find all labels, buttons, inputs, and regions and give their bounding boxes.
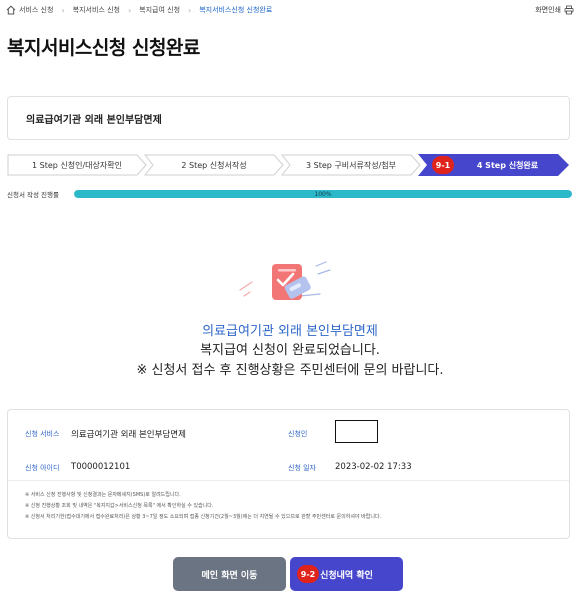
step-1-label: 1 Step 신청인/대상자확인 <box>32 160 122 170</box>
progress-fill: 100% <box>74 190 572 198</box>
application-complete-icon <box>239 261 331 300</box>
main-screen-button[interactable]: 메인 화면 이동 <box>173 557 286 591</box>
progress-text: 100% <box>314 190 332 198</box>
print-icon <box>564 5 574 15</box>
breadcrumb-item-service[interactable]: 서비스 신청 <box>19 5 53 15</box>
annotation-badge-step: 9-1 <box>432 156 454 174</box>
chevron-right-icon: › <box>188 5 192 15</box>
chevron-right-icon: › <box>61 5 65 15</box>
step-1: 1 Step 신청인/대상자확인 <box>7 154 147 176</box>
breadcrumb-item-current: 복지서비스신청 신청완료 <box>199 6 273 14</box>
service-label: 신청 서비스 <box>25 430 60 438</box>
note-deadline: ※ 신청서 처리기한(접수대기에서 접수완료처리)은 상황 3~7일 정도 소요… <box>25 514 382 520</box>
completion-message: 복지급여 신청이 완료되었습니다. <box>200 343 380 358</box>
chevron-right-icon: › <box>127 5 132 15</box>
date-value: 2023-02-02 17:33 <box>335 462 412 472</box>
service-name-box: 의료급여기관 외래 본인부담면제 <box>7 96 570 140</box>
completed-service-name: 의료급여기관 외래 본인부담면제 <box>202 324 378 339</box>
step-3-label: 3 Step 구비서류작성/첨부 <box>306 160 396 170</box>
step-2-label: 2 Step 신청서작성 <box>181 160 247 170</box>
applicant-label: 신청인 <box>288 430 308 438</box>
date-label: 신청 일자 <box>288 464 316 472</box>
id-label: 신청 아이디 <box>25 464 60 472</box>
breadcrumb: 서비스 신청 › 복지서비스 신청 › 복지급여 신청 › 복지서비스신청 신청… <box>6 5 272 15</box>
note-sms: ※ 서비스 신청 진행사항 및 신청결과는 문자메세지(SMS)로 알려드립니다… <box>25 492 181 498</box>
service-value: 의료급여기관 외래 본인부담면제 <box>71 430 186 440</box>
print-label: 화면인쇄 <box>535 6 561 14</box>
print-button[interactable]: 화면인쇄 <box>535 5 574 15</box>
step-3: 3 Step 구비서류작성/첨부 <box>280 154 421 176</box>
applicant-value <box>335 420 378 443</box>
progress-label: 신청서 작성 진행률 <box>7 191 59 199</box>
step-4-label: 4 Step 신청완료 <box>476 160 539 170</box>
service-name: 의료급여기관 외래 본인부담면제 <box>26 115 162 126</box>
application-details: 신청 서비스 의료급여기관 외래 본인부담면제 신청인 신청 아이디 T0000… <box>7 409 570 539</box>
note-status: ※ 신청 진행상황 조회 및 내역은 "복지지갑>서비스신청 목록" 에서 확인… <box>25 503 214 509</box>
id-value: T0000012101 <box>71 462 131 472</box>
completion-notice: ※ 신청서 접수 후 진행상황은 주민센터에 문의 바랍니다. <box>136 363 444 378</box>
home-icon[interactable] <box>6 5 16 15</box>
progress-row: 신청서 작성 진행률 100% <box>7 189 572 199</box>
breadcrumb-item-welfare-benefit[interactable]: 복지급여 신청 <box>139 5 180 15</box>
annotation-badge-button: 9-2 <box>297 565 319 583</box>
step-indicator: 1 Step 신청인/대상자확인 2 Step 신청서작성 3 Step 구비서… <box>7 154 572 176</box>
divider <box>8 480 569 481</box>
step-2: 2 Step 신청서작성 <box>143 154 284 176</box>
progress-bar: 100% <box>74 190 572 198</box>
breadcrumb-item-welfare-service[interactable]: 복지서비스 신청 <box>73 5 120 15</box>
top-bar: 서비스 신청 › 복지서비스 신청 › 복지급여 신청 › 복지서비스신청 신청… <box>0 0 580 24</box>
page-title: 복지서비스신청 신청완료 <box>7 37 200 59</box>
